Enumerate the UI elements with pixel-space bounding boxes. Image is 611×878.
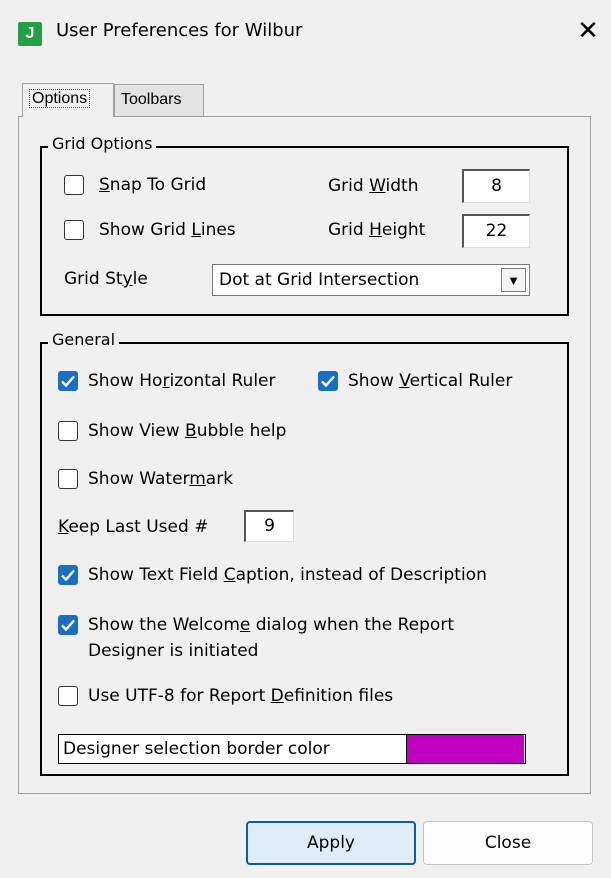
show-view-bubble-help-label: Show View Bubble help: [88, 421, 287, 441]
checkmark-icon: [61, 619, 75, 632]
selection-border-color-label: Designer selection border color: [63, 739, 330, 759]
grid-height-label: Grid Height: [328, 220, 426, 240]
show-horizontal-ruler-label: Show Horizontal Ruler: [88, 371, 276, 391]
grid-width-input[interactable]: 8: [462, 169, 530, 203]
snap-to-grid-label: Snap To Grid: [99, 175, 207, 195]
grid-style-select[interactable]: Dot at Grid Intersection: [212, 264, 530, 296]
keep-last-used-label: Keep Last Used #: [58, 517, 209, 537]
tab-options[interactable]: Options: [22, 83, 114, 117]
general-group: [40, 342, 569, 776]
tab-toolbars[interactable]: Toolbars: [114, 84, 204, 116]
show-vertical-ruler-label: Show Vertical Ruler: [348, 371, 513, 391]
show-view-bubble-help-checkbox[interactable]: [58, 421, 78, 441]
app-icon: J: [18, 22, 42, 46]
grid-width-label: Grid Width: [328, 176, 419, 196]
close-window-button[interactable]: ✕: [575, 16, 601, 46]
selection-border-color-swatch[interactable]: [406, 735, 524, 763]
close-button[interactable]: Close: [423, 821, 593, 865]
use-utf8-label: Use UTF-8 for Report Definition files: [88, 686, 394, 706]
checkmark-icon: [321, 375, 335, 388]
grid-style-label: Grid Style: [64, 269, 148, 289]
show-watermark-label: Show Watermark: [88, 469, 234, 489]
chevron-down-icon[interactable]: ▼: [501, 268, 526, 292]
tab-toolbars-label: Toolbars: [121, 91, 182, 108]
show-horizontal-ruler-checkbox[interactable]: [58, 371, 78, 391]
show-welcome-dialog-label-line2: Designer is initiated: [88, 641, 259, 661]
checkmark-icon: [61, 375, 75, 388]
checkmark-icon: [61, 569, 75, 582]
show-welcome-dialog-label-line1: Show the Welcome dialog when the Report: [88, 615, 454, 635]
grid-height-input[interactable]: 22: [462, 214, 530, 248]
show-text-field-caption-label: Show Text Field Caption, instead of Desc…: [88, 565, 487, 585]
show-vertical-ruler-checkbox[interactable]: [318, 371, 338, 391]
apply-button[interactable]: Apply: [246, 821, 416, 865]
general-title: General: [48, 330, 120, 349]
snap-to-grid-checkbox[interactable]: [64, 175, 84, 195]
grid-options-title: Grid Options: [48, 134, 157, 153]
use-utf8-checkbox[interactable]: [58, 686, 78, 706]
window-title: User Preferences for Wilbur: [56, 20, 303, 41]
grid-style-value: Dot at Grid Intersection: [219, 270, 420, 290]
tab-options-label: Options: [29, 89, 91, 108]
keep-last-used-input[interactable]: 9: [244, 510, 294, 542]
show-grid-lines-label: Show Grid Lines: [99, 220, 236, 240]
show-text-field-caption-checkbox[interactable]: [58, 565, 78, 585]
show-welcome-dialog-checkbox[interactable]: [58, 615, 78, 635]
show-watermark-checkbox[interactable]: [58, 469, 78, 489]
selection-border-color-row[interactable]: Designer selection border color: [58, 734, 526, 764]
show-grid-lines-checkbox[interactable]: [64, 220, 84, 240]
